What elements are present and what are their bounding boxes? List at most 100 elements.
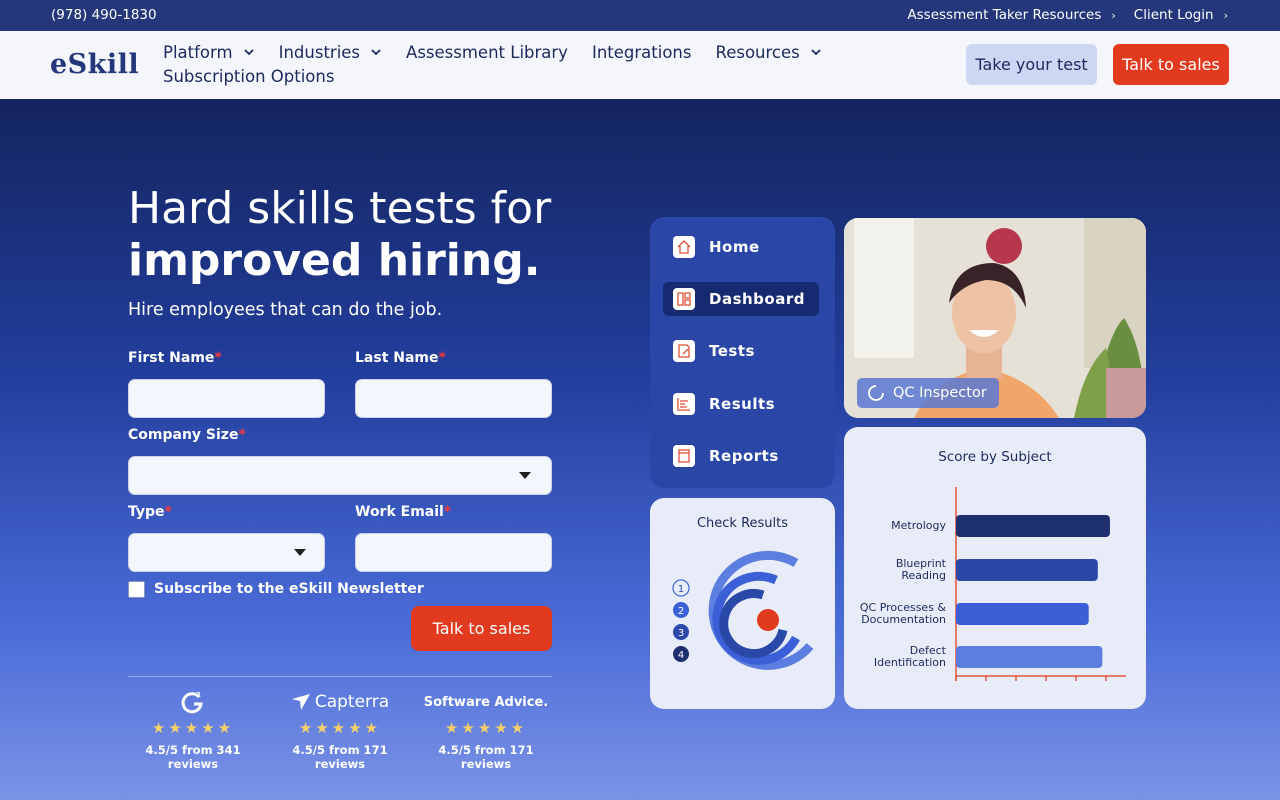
- talk-to-sales-button[interactable]: Talk to sales: [1113, 44, 1229, 85]
- hero-title-line2: improved hiring.: [128, 235, 541, 286]
- capterra-brand: Capterra: [314, 692, 390, 712]
- mock-item-label: Dashboard: [709, 290, 805, 308]
- rating-stars: ★★★★★: [444, 719, 528, 737]
- review-capterra[interactable]: Capterra ★★★★★ 4.5/5 from 171 reviews: [270, 689, 410, 771]
- required-mark: *: [238, 427, 246, 443]
- nav-item-label: Resources: [715, 42, 800, 62]
- top-links: Assessment Taker Resources › Client Login…: [907, 7, 1228, 23]
- last-name-field[interactable]: [355, 379, 552, 418]
- mock-item-reports: Reports: [663, 439, 819, 473]
- score-by-subject-card: Score by Subject Metrology Blueprint Readi…: [844, 427, 1146, 709]
- type-select[interactable]: [128, 533, 325, 572]
- check-results-graphic: 1 2 3 4: [672, 550, 814, 670]
- rating-text: 4.5/5 from 171 reviews: [292, 743, 388, 771]
- qc-inspector-photo: QC Inspector: [844, 218, 1146, 418]
- company-size-label: Company Size*: [128, 427, 246, 443]
- loading-spinner-icon: [868, 385, 884, 401]
- software-advice-logo: Software Advice.: [416, 689, 556, 715]
- rating-text: 4.5/5 from 171 reviews: [438, 743, 534, 771]
- dashboard-sidebar-mock: Home Dashboard Tests Results Reports: [650, 217, 835, 488]
- nav-item-label: Subscription Options: [163, 66, 335, 86]
- nav-item-integrations[interactable]: Integrations: [592, 43, 692, 62]
- top-bar: (978) 490-1830 Assessment Taker Resource…: [0, 0, 1280, 31]
- nav-item-assessment-library[interactable]: Assessment Library: [406, 43, 568, 62]
- newsletter-checkbox[interactable]: [128, 581, 145, 598]
- results-icon: [673, 393, 695, 415]
- qc-inspector-badge: QC Inspector: [857, 378, 999, 408]
- step-1: 1: [678, 584, 684, 595]
- check-results-card: Check Results 1 2 3 4: [650, 498, 835, 709]
- mock-item-label: Tests: [709, 342, 755, 360]
- hero-subtitle: Hire employees that can do the job.: [128, 300, 443, 320]
- chart-category-label: Metrology: [891, 519, 946, 532]
- mock-item-label: Reports: [709, 447, 779, 465]
- software-advice-brand: Software Advice.: [423, 694, 549, 710]
- required-mark: *: [443, 504, 452, 520]
- chart-bar: [956, 603, 1089, 625]
- work-email-field[interactable]: [355, 533, 552, 572]
- client-login-link[interactable]: Client Login ›: [1134, 7, 1228, 23]
- required-mark: *: [164, 504, 172, 520]
- required-mark: *: [438, 350, 446, 366]
- g2-logo: 2: [123, 689, 263, 715]
- assessment-taker-resources-link[interactable]: Assessment Taker Resources ›: [907, 7, 1115, 23]
- type-label: Type*: [128, 504, 172, 520]
- mock-item-dashboard: Dashboard: [663, 282, 819, 316]
- chevron-right-icon: ›: [1223, 8, 1228, 22]
- last-name-label: Last Name*: [355, 350, 446, 366]
- nav-item-platform[interactable]: Platform: [163, 43, 255, 62]
- home-icon: [673, 236, 695, 258]
- step-4: 4: [678, 650, 684, 661]
- mock-item-results: Results: [663, 387, 819, 421]
- dashboard-icon: [673, 288, 695, 310]
- form-submit-button[interactable]: Talk to sales: [411, 606, 552, 651]
- chart-bar: [956, 559, 1098, 581]
- caret-down-icon: [519, 472, 531, 479]
- svg-text:2: 2: [196, 691, 201, 699]
- main-nav: eSkill Platform Industries Assessment Li…: [0, 31, 1280, 99]
- first-name-label: First Name*: [128, 350, 222, 366]
- g2-icon: 2: [181, 691, 203, 714]
- capterra-icon: [291, 694, 310, 710]
- chart-bar: [956, 515, 1110, 537]
- required-mark: *: [214, 350, 222, 366]
- work-email-label: Work Email*: [355, 504, 452, 520]
- review-software-advice[interactable]: Software Advice. ★★★★★ 4.5/5 from 171 re…: [416, 689, 556, 772]
- step-2: 2: [678, 606, 684, 617]
- review-g2[interactable]: 2 ★★★★★ 4.5/5 from 341 reviews: [123, 689, 263, 771]
- newsletter-label: Subscribe to the eSkill Newsletter: [154, 581, 424, 597]
- client-login-label: Client Login: [1133, 7, 1214, 23]
- tests-icon: [673, 340, 695, 362]
- nav-item-label: Integrations: [591, 42, 692, 62]
- nav-item-label: Industries: [278, 42, 361, 62]
- nav-item-label: Platform: [163, 42, 233, 62]
- chevron-down-icon: [371, 49, 381, 56]
- step-markers: 1 2 3 4: [672, 579, 690, 662]
- rating-stars: ★★★★★: [298, 719, 382, 737]
- logo[interactable]: eSkill: [50, 49, 139, 80]
- nav-menu: Platform Industries Assessment Library I…: [163, 41, 821, 87]
- nav-item-industries[interactable]: Industries: [279, 43, 382, 62]
- take-your-test-button[interactable]: Take your test: [966, 44, 1097, 85]
- nav-item-subscription-options[interactable]: Subscription Options: [163, 67, 334, 86]
- caret-down-icon: [294, 549, 306, 556]
- chart-category-label: Defect Identification: [873, 644, 946, 669]
- hero-section: Hard skills tests for improved hiring. H…: [0, 99, 1280, 800]
- chevron-down-icon: [243, 49, 254, 56]
- reports-icon: [673, 445, 695, 467]
- nav-item-resources[interactable]: Resources: [715, 43, 821, 62]
- assessment-taker-resources-label: Assessment Taker Resources: [907, 7, 1102, 23]
- mock-item-label: Results: [709, 395, 776, 413]
- rating-stars: ★★★★★: [151, 719, 235, 737]
- chart-category-label: QC Processes & Documentation: [859, 601, 946, 626]
- hero-title-line1: Hard skills tests for: [128, 183, 552, 234]
- company-size-select[interactable]: [128, 456, 552, 495]
- mock-item-home: Home: [663, 230, 819, 264]
- mock-item-label: Home: [709, 238, 760, 256]
- step-3: 3: [678, 628, 684, 639]
- qc-inspector-label: QC Inspector: [893, 385, 987, 401]
- first-name-field[interactable]: [128, 379, 325, 418]
- rating-text: 4.5/5 from 341 reviews: [145, 743, 241, 771]
- capterra-logo: Capterra: [270, 689, 410, 715]
- phone-number[interactable]: (978) 490-1830: [51, 7, 157, 23]
